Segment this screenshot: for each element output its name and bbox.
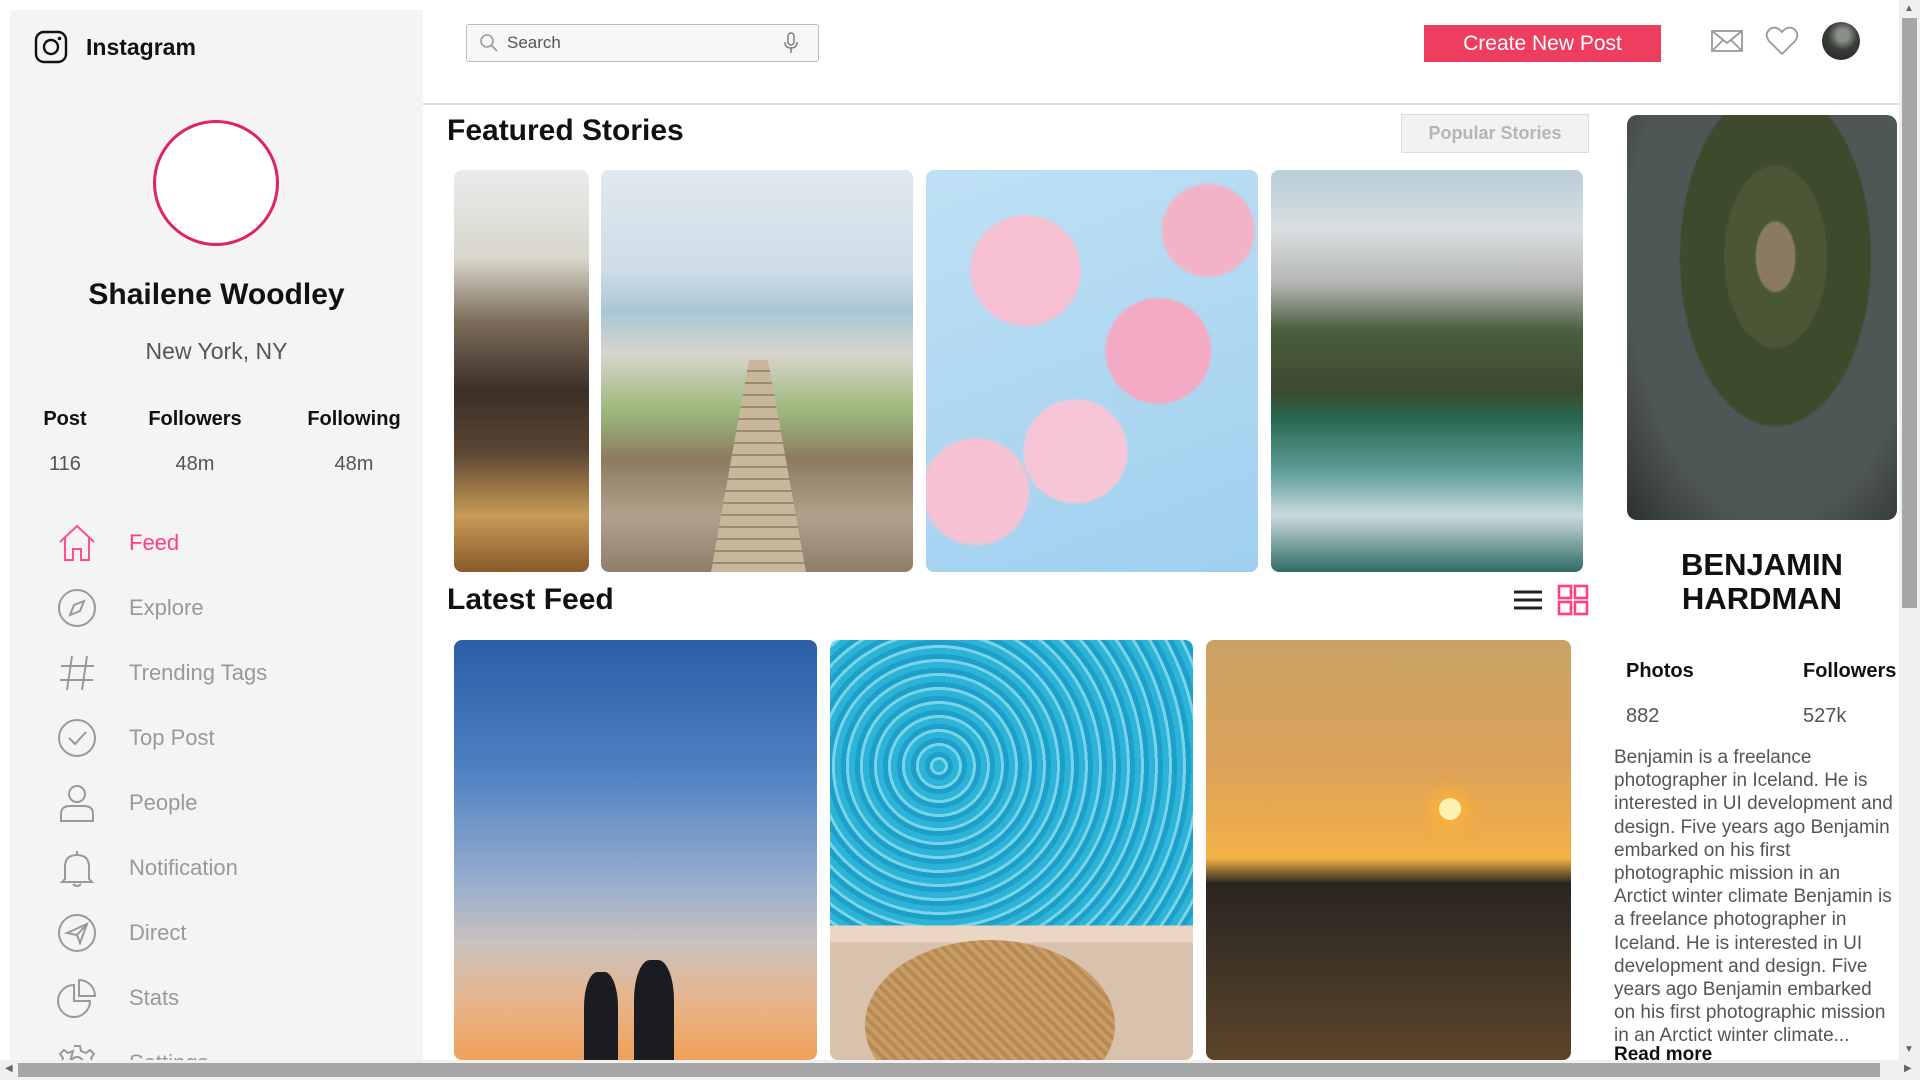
stat-label: Photos <box>1626 660 1694 682</box>
featured-user-bio: Benjamin is a freelance photographer in … <box>1614 746 1899 1048</box>
sidebar-nav: Feed Explore Trending Tags Top Post Peop… <box>55 510 267 1060</box>
featured-user-name: BENJAMIN HARDMAN <box>1627 548 1897 616</box>
nav-item-stats[interactable]: Stats <box>55 965 267 1030</box>
stat-label: Followers <box>148 408 242 430</box>
nav-label: Direct <box>129 919 187 945</box>
heart-icon[interactable] <box>1765 24 1799 58</box>
nav-item-settings[interactable]: Settings <box>55 1030 267 1060</box>
microphone-icon[interactable] <box>783 32 799 54</box>
scroll-up-arrow-icon[interactable]: ▲ <box>1904 3 1914 14</box>
topbar: Create New Post <box>423 0 1900 105</box>
stat-value: 48m <box>334 453 374 475</box>
bio-line: interested in UI development and <box>1614 793 1893 815</box>
scrollbar-thumb[interactable] <box>18 1063 1880 1077</box>
bell-icon <box>55 846 99 890</box>
story-image-boardwalk[interactable] <box>601 170 913 572</box>
profile-avatar[interactable] <box>153 120 279 246</box>
feed-image-couple-sunset[interactable] <box>454 640 817 1060</box>
nav-item-people[interactable]: People <box>55 770 267 835</box>
instagram-logo-icon <box>34 30 68 64</box>
nav-label: Top Post <box>129 724 215 750</box>
feed-image-ocean-sunset[interactable] <box>1206 640 1571 1060</box>
profile-location: New York, NY <box>145 338 288 364</box>
check-circle-icon <box>55 716 99 760</box>
story-image-mountain-lake[interactable] <box>1271 170 1583 572</box>
stat-label: Following <box>307 408 401 430</box>
sidebar: Instagram Shailene Woodley New York, NY … <box>10 10 423 1060</box>
search-input[interactable] <box>507 33 777 53</box>
nav-label: Feed <box>129 529 180 555</box>
featured-user-stat-followers: Followers 527k <box>1803 660 1896 728</box>
bio-line: years ago Benjamin embarked <box>1614 979 1872 1001</box>
brand[interactable]: Instagram <box>34 30 196 64</box>
person-silhouette <box>634 960 674 1060</box>
list-view-icon[interactable] <box>1512 584 1544 616</box>
stat-label: Followers <box>1803 660 1897 682</box>
hashtag-icon <box>55 651 99 695</box>
bio-line: Iceland. He is interested in UI <box>1614 932 1863 954</box>
nav-item-top-post[interactable]: Top Post <box>55 705 267 770</box>
home-icon <box>55 521 99 565</box>
scroll-right-arrow-icon[interactable]: ▶ <box>1904 1063 1912 1074</box>
feed-image-pool-hat[interactable] <box>830 640 1193 1060</box>
person-icon <box>55 781 99 825</box>
send-icon <box>55 911 99 955</box>
nav-label: Stats <box>129 984 180 1010</box>
featured-user-name-line: HARDMAN <box>1681 581 1843 616</box>
nav-item-direct[interactable]: Direct <box>55 900 267 965</box>
bio-line: photographic mission in an <box>1614 863 1841 885</box>
user-avatar[interactable] <box>1822 22 1860 60</box>
mail-icon[interactable] <box>1710 24 1744 58</box>
compass-icon <box>55 586 99 630</box>
bio-line: embarked on his first <box>1614 839 1791 861</box>
nav-item-trending-tags[interactable]: Trending Tags <box>55 640 267 705</box>
bio-line: development and design. Five <box>1614 955 1868 977</box>
scrollbar-thumb[interactable] <box>1902 18 1917 608</box>
gear-icon <box>55 1041 99 1060</box>
scroll-left-arrow-icon[interactable]: ◀ <box>5 1063 13 1074</box>
grid-view-icon[interactable] <box>1557 584 1589 616</box>
nav-item-notification[interactable]: Notification <box>55 835 267 900</box>
scroll-down-arrow-icon[interactable]: ▼ <box>1904 1044 1914 1055</box>
nav-label: Notification <box>129 854 238 880</box>
bio-line: Arctict winter climate Benjamin is <box>1614 886 1892 908</box>
nav-label: Trending Tags <box>129 659 268 685</box>
stat-following: Following 48m <box>289 408 419 476</box>
search-icon <box>480 34 498 52</box>
brand-name: Instagram <box>86 33 196 60</box>
latest-feed-title: Latest Feed <box>447 583 614 616</box>
stat-value: 48m <box>175 453 215 475</box>
horizontal-scrollbar[interactable]: ◀ ▶ <box>0 1060 1920 1080</box>
story-image-coastal-cliffs[interactable] <box>454 170 589 572</box>
bio-line: design. Five years ago Benjamin <box>1614 816 1890 838</box>
stat-label: Post <box>43 408 87 430</box>
stat-followers: Followers 48m <box>130 408 260 476</box>
nav-label: People <box>129 789 198 815</box>
stat-value: 527k <box>1803 705 1847 727</box>
create-new-post-button[interactable]: Create New Post <box>1424 25 1661 62</box>
stat-value: 882 <box>1626 705 1660 727</box>
bio-line: Benjamin is a freelance <box>1614 747 1812 768</box>
bio-line: a freelance photographer in <box>1614 909 1847 931</box>
profile-name: Shailene Woodley <box>88 278 345 311</box>
stat-post: Post 116 <box>25 408 105 476</box>
nav-label: Settings <box>129 1050 209 1061</box>
featured-user-photo[interactable] <box>1627 115 1897 520</box>
featured-user-name-line: BENJAMIN <box>1681 547 1843 582</box>
search-box[interactable] <box>466 24 819 62</box>
nav-label: Explore <box>129 594 204 620</box>
popular-stories-button[interactable]: Popular Stories <box>1401 114 1589 153</box>
pie-chart-icon <box>55 976 99 1020</box>
featured-stories-title: Featured Stories <box>447 114 684 147</box>
bio-line: photographer in Iceland. He is <box>1614 770 1868 792</box>
vertical-scrollbar[interactable]: ▲ ▼ <box>1899 0 1920 1060</box>
nav-item-feed[interactable]: Feed <box>55 510 267 575</box>
featured-user-stat-photos: Photos 882 <box>1626 660 1694 728</box>
stat-value: 116 <box>49 453 81 475</box>
story-image-cherry-blossoms[interactable] <box>926 170 1258 572</box>
nav-item-explore[interactable]: Explore <box>55 575 267 640</box>
bio-line: on his first photographic mission <box>1614 1002 1886 1024</box>
person-silhouette <box>584 972 618 1060</box>
